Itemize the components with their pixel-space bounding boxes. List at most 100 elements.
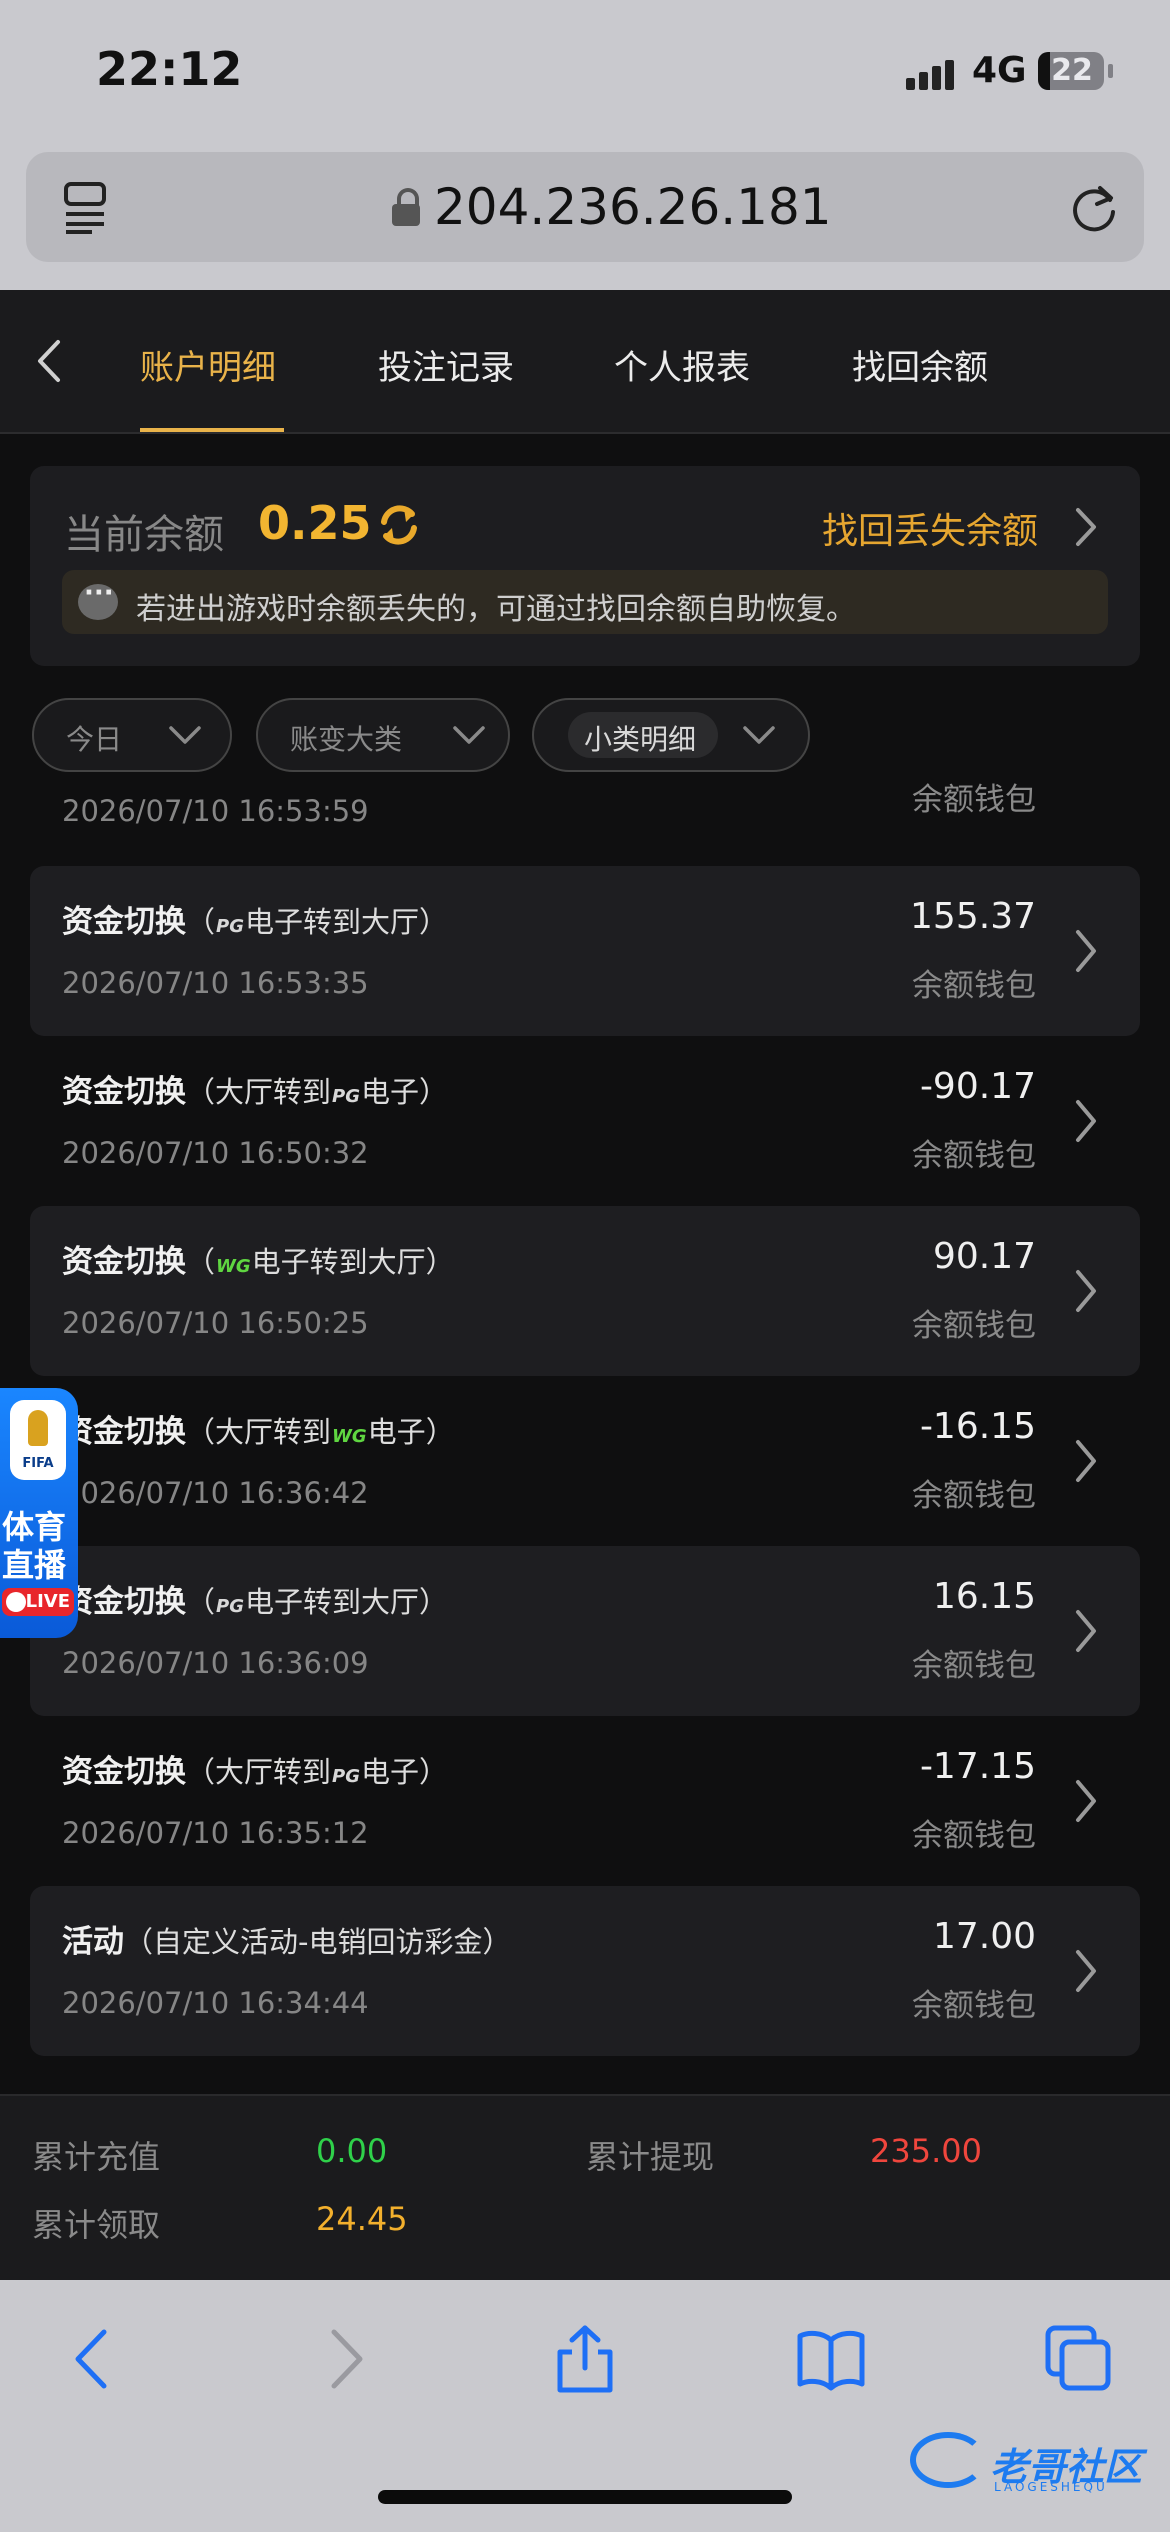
record-detail: （大厅转到PG电子） [186, 1755, 449, 1789]
list-item[interactable]: 资金切换（大厅转到PG电子） 2026/07/10 16:50:32 -90.17 余… [30, 1036, 1140, 1206]
record-title: 资金切换（大厅转到PG电子） [62, 1746, 448, 1791]
list-item[interactable]: 资金切换（PG电子转到大厅） 2026/07/10 16:53:35 155.37 余… [30, 866, 1140, 1036]
record-detail: （PG电子转到大厅） [186, 1585, 449, 1619]
record-type: 资金切换 [62, 904, 186, 940]
network-type: 4G [972, 50, 1027, 91]
transaction-list: 2026/07/10 16:53:59 余额钱包 资金切换（PG电子转到大厅） 2… [0, 780, 1170, 2076]
home-indicator[interactable] [378, 2490, 792, 2504]
provider-logo-icon: PG [216, 916, 244, 937]
record-amount: 155.37 [910, 896, 1036, 937]
list-item[interactable]: 资金切换（PG电子转到大厅） 2026/07/10 16:36:09 16.15 余额… [30, 1546, 1140, 1716]
record-title: 资金切换（WG电子转到大厅） [62, 1236, 455, 1281]
record-title: 资金切换（大厅转到WG电子） [62, 1406, 455, 1451]
record-wallet: 余额钱包 [912, 1478, 1036, 1514]
record-wallet: 余额钱包 [912, 1988, 1036, 2024]
record-time: 2026/07/10 16:53:35 [62, 966, 369, 1000]
signal-icon [906, 58, 958, 90]
filter-subcategory-dropdown[interactable]: 小类明细 [532, 698, 810, 772]
tab-recover-balance[interactable]: 找回余额 [852, 340, 988, 400]
tab-account-details[interactable]: 账户明细 [140, 340, 276, 400]
record-type: 活动 [62, 1924, 124, 1960]
record-title: 资金切换（大厅转到PG电子） [62, 1066, 448, 1111]
notice-text: 若进出游戏时余额丢失的，可通过找回余额自助恢复。 [136, 592, 856, 627]
record-detail: （大厅转到PG电子） [186, 1075, 449, 1109]
chevron-down-icon [743, 726, 775, 744]
battery-icon: 22 [1038, 52, 1104, 90]
dragon-logo-icon [910, 2432, 986, 2488]
page-menu-icon[interactable] [62, 180, 112, 234]
record-amount: -16.15 [919, 1406, 1036, 1447]
record-amount: 16.15 [932, 1576, 1036, 1617]
chevron-right-icon[interactable] [1072, 1098, 1100, 1144]
record-detail: （自定义活动-电销回访彩金） [124, 1925, 512, 1959]
list-item[interactable]: 活动（自定义活动-电销回访彩金） 2026/07/10 16:34:44 17.00… [30, 1886, 1140, 2056]
total-claim-value: 24.45 [316, 2200, 408, 2238]
filter-date-label: 今日 [66, 723, 123, 756]
chevron-right-icon[interactable] [1072, 1268, 1100, 1314]
record-type: 资金切换 [62, 1074, 186, 1110]
live-badge-text: LIVE [25, 1591, 70, 1612]
chevron-right-icon[interactable] [1072, 1948, 1100, 1994]
provider-logo-icon: WG [332, 1426, 367, 1447]
record-wallet: 余额钱包 [912, 1138, 1036, 1174]
url-text[interactable]: 204.236.26.181 [434, 178, 832, 236]
chevron-right-icon[interactable] [1072, 928, 1100, 974]
live-badge: LIVE [2, 1588, 74, 1616]
provider-logo-icon: PG [332, 1766, 360, 1787]
chevron-down-icon [169, 726, 201, 744]
record-wallet: 余额钱包 [912, 1308, 1036, 1344]
tabs-icon[interactable] [1044, 2324, 1114, 2394]
address-bar[interactable]: 204.236.26.181 [26, 152, 1144, 262]
balance-card: 当前余额 0.25 找回丢失余额 若进出游戏时余额丢失的，可通过找回余额自助恢复… [30, 466, 1140, 666]
active-tab-underline [140, 428, 284, 432]
list-item[interactable]: 资金切换（大厅转到WG电子） 2026/07/10 16:36:42 -16.15 余… [30, 1376, 1140, 1546]
lock-icon [392, 188, 420, 226]
record-amount: -17.15 [919, 1746, 1036, 1787]
filter-date-dropdown[interactable]: 今日 [32, 698, 232, 772]
total-claim-label: 累计领取 [32, 2206, 161, 2244]
record-title: 活动（自定义活动-电销回访彩金） [62, 1916, 512, 1961]
totals-panel: 累计充值 0.00 累计提现 235.00 累计领取 24.45 [0, 2094, 1170, 2282]
record-time: 2026/07/10 16:53:59 [62, 794, 369, 828]
record-amount: -90.17 [919, 1066, 1036, 1107]
refresh-balance-icon[interactable] [374, 500, 424, 550]
chevron-down-icon [453, 726, 485, 744]
header-tabbar: 账户明细 投注记录 个人报表 找回余额 [0, 290, 1170, 434]
record-time: 2026/07/10 16:35:12 [62, 1816, 369, 1850]
chevron-right-icon[interactable] [1072, 1608, 1100, 1654]
record-type: 资金切换 [62, 1414, 186, 1450]
list-item[interactable]: 资金切换（WG电子转到大厅） 2026/07/10 16:50:25 90.17 余额… [30, 1206, 1140, 1376]
record-amount: 90.17 [932, 1236, 1036, 1277]
record-wallet: 余额钱包 [912, 1648, 1036, 1684]
list-item[interactable]: 2026/07/10 16:53:59 余额钱包 [30, 780, 1140, 864]
record-type: 资金切换 [62, 1584, 186, 1620]
back-chevron-icon[interactable] [30, 336, 70, 386]
chevron-right-icon[interactable] [1072, 1438, 1100, 1484]
filter-category-dropdown[interactable]: 账变大类 [256, 698, 510, 772]
chevron-right-icon[interactable] [1070, 506, 1100, 548]
sports-live-widget[interactable]: FIFA 体育 直播 LIVE [0, 1388, 78, 1638]
reload-icon[interactable] [1066, 180, 1122, 236]
record-time: 2026/07/10 16:36:42 [62, 1476, 369, 1510]
record-detail: （大厅转到WG电子） [186, 1415, 455, 1449]
filter-category-label: 账变大类 [290, 723, 403, 756]
record-wallet: 余额钱包 [912, 968, 1036, 1004]
world-cup-icon: FIFA [10, 1400, 66, 1480]
chevron-right-icon[interactable] [1072, 1778, 1100, 1824]
record-wallet: 余额钱包 [912, 782, 1036, 818]
recover-lost-balance-link[interactable]: 找回丢失余额 [822, 502, 1038, 554]
browser-chrome: 22:12 4G 22 204.236.26.181 [0, 0, 1170, 290]
provider-logo-icon: PG [216, 1596, 244, 1617]
forward-icon[interactable] [310, 2324, 380, 2394]
live-stream-label: 直播 [2, 1546, 67, 1584]
provider-logo-icon: PG [332, 1086, 360, 1107]
total-withdraw-value: 235.00 [870, 2132, 982, 2170]
share-icon[interactable] [550, 2324, 620, 2394]
tab-personal-report[interactable]: 个人报表 [614, 340, 750, 400]
back-icon[interactable] [60, 2324, 130, 2394]
tab-bet-records[interactable]: 投注记录 [378, 340, 514, 400]
balance-label: 当前余额 [64, 512, 224, 558]
list-item[interactable]: 资金切换（大厅转到PG电子） 2026/07/10 16:35:12 -17.15 余… [30, 1716, 1140, 1886]
bookmarks-icon[interactable] [796, 2324, 866, 2394]
record-time: 2026/07/10 16:50:32 [62, 1136, 369, 1170]
